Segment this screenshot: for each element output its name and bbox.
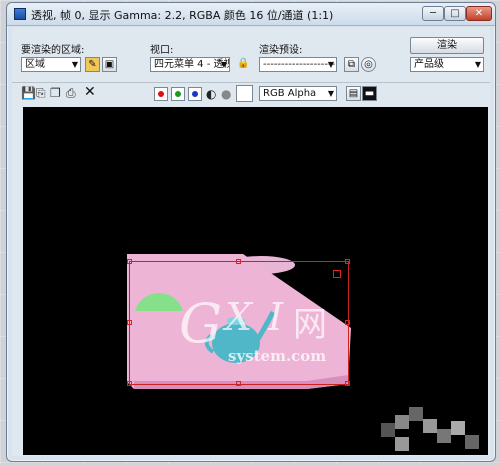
window-title: 透视, 帧 0, 显示 Gamma: 2.2, RGBA 颜色 16 位/通道 …: [31, 9, 334, 22]
viewport-dropdown[interactable]: 四元菜单 4 - 透视 ▼: [150, 57, 230, 72]
preset-dropdown-value: --------------------: [263, 59, 336, 70]
clone-window-icon[interactable]: ❐: [50, 87, 61, 99]
pixel-blur: [465, 435, 479, 449]
red-channel-icon: [158, 91, 164, 97]
watermark-logo-g: G: [179, 292, 223, 355]
region-lock-handle[interactable]: [333, 270, 341, 278]
green-channel-toggle[interactable]: [171, 87, 185, 101]
copy-image-icon[interactable]: ⎘: [36, 87, 46, 99]
environment-icon[interactable]: ◎: [361, 57, 376, 72]
viewport-label: 视口:: [150, 45, 174, 56]
pixel-blur: [437, 429, 451, 443]
render-button[interactable]: 渲染: [410, 37, 484, 54]
edit-region-icon[interactable]: ✎: [85, 57, 100, 72]
blue-channel-toggle[interactable]: [188, 87, 202, 101]
render-setup-icon[interactable]: ⧉: [344, 57, 359, 72]
pixel-blur: [451, 421, 465, 435]
watermark-domain: system.com: [228, 347, 327, 365]
toggle-ui-overlays-icon[interactable]: ▬: [362, 86, 377, 101]
blue-channel-icon: [192, 91, 198, 97]
quality-dropdown-value: 产品级: [414, 59, 444, 70]
watermark-logo-xi: X I: [225, 295, 286, 339]
clear-icon[interactable]: ✕: [84, 85, 96, 99]
render-frame-window: 透视, 帧 0, 显示 Gamma: 2.2, RGBA 颜色 16 位/通道 …: [6, 2, 496, 462]
channel-dropdown-value: RGB Alpha: [263, 88, 317, 99]
pixel-blur: [381, 423, 395, 437]
pixel-blur: [395, 415, 409, 429]
title-bar[interactable]: 透视, 帧 0, 显示 Gamma: 2.2, RGBA 颜色 16 位/通道 …: [7, 3, 495, 26]
region-handle-bm[interactable]: [236, 381, 241, 386]
app-icon: [14, 8, 26, 20]
watermark-logo-net: 网: [293, 305, 327, 345]
print-icon[interactable]: ⎙: [66, 87, 76, 99]
area-label: 要渲染的区域:: [21, 45, 85, 56]
region-handle-tm[interactable]: [236, 259, 241, 264]
pixel-blur: [423, 419, 437, 433]
chevron-down-icon: ▼: [327, 60, 334, 69]
toolbar-separator: [12, 82, 490, 83]
display-channel-icon[interactable]: ▤: [346, 86, 361, 101]
maximize-button[interactable]: □: [444, 6, 466, 21]
region-handle-tr[interactable]: [345, 259, 350, 264]
region-handle-mr[interactable]: [345, 320, 350, 325]
pixel-blur: [409, 407, 423, 421]
chevron-down-icon: ▼: [71, 60, 78, 69]
quality-dropdown[interactable]: 产品级 ▼: [410, 57, 484, 72]
red-channel-toggle[interactable]: [154, 87, 168, 101]
swatch-white[interactable]: [236, 85, 253, 102]
monochrome-icon[interactable]: ●: [221, 88, 231, 100]
region-handle-br[interactable]: [345, 381, 350, 386]
area-dropdown[interactable]: 区域 ▼: [21, 57, 81, 72]
render-viewport[interactable]: G X I 网 system.com: [23, 107, 488, 455]
region-handle-bl[interactable]: [127, 381, 132, 386]
region-handle-tl[interactable]: [127, 259, 132, 264]
channel-dropdown[interactable]: RGB Alpha ▼: [259, 86, 337, 101]
area-dropdown-value: 区域: [25, 59, 45, 70]
save-icon[interactable]: 💾: [21, 87, 36, 99]
preset-dropdown[interactable]: -------------------- ▼: [259, 57, 337, 72]
chevron-down-icon: ▼: [220, 60, 227, 69]
region-handle-ml[interactable]: [127, 320, 132, 325]
green-channel-icon: [175, 91, 181, 97]
chevron-down-icon: ▼: [327, 89, 334, 98]
preset-label: 渲染预设:: [259, 45, 303, 56]
viewport-dropdown-value: 四元菜单 4 - 透视: [154, 59, 230, 70]
chevron-down-icon: ▼: [474, 60, 481, 69]
alpha-channel-icon[interactable]: ◐: [206, 88, 216, 100]
minimize-button[interactable]: ─: [422, 6, 444, 21]
lock-icon[interactable]: 🔒: [236, 57, 251, 72]
pixel-blur: [395, 437, 409, 451]
close-button[interactable]: ✕: [466, 6, 492, 21]
auto-region-icon[interactable]: ▣: [102, 57, 117, 72]
